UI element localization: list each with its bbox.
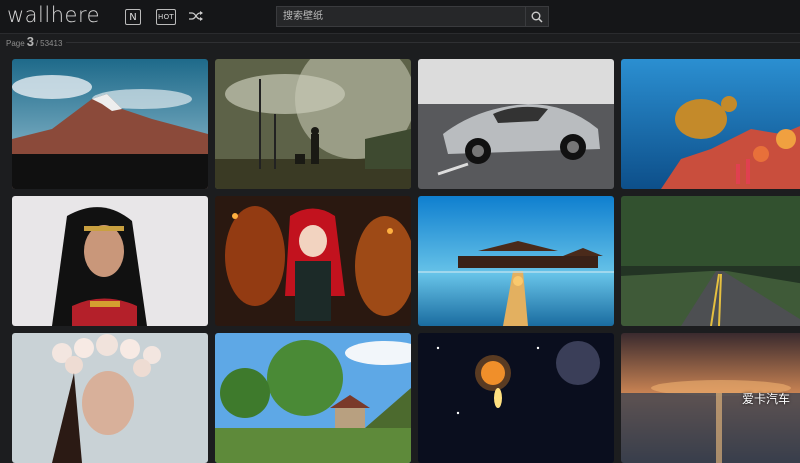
wallpaper-thumbnail[interactable] [215, 333, 411, 463]
wallpaper-thumbnail[interactable] [418, 333, 614, 463]
shuffle-icon[interactable] [187, 9, 205, 23]
current-page: 3 [26, 34, 34, 49]
search-box [276, 6, 549, 27]
wallpaper-thumbnail[interactable] [621, 196, 800, 326]
wallpaper-thumbnail[interactable] [12, 59, 208, 189]
wallpaper-thumbnail[interactable] [215, 196, 411, 326]
new-wallpapers-icon[interactable]: N [125, 9, 141, 25]
page-divider [66, 42, 800, 43]
site-logo[interactable]: wallhere [7, 3, 100, 27]
hot-icon-label: HOT [158, 13, 174, 21]
wallpaper-thumbnail[interactable] [418, 196, 614, 326]
wallpaper-thumbnail[interactable] [12, 196, 208, 326]
search-button[interactable] [525, 7, 548, 26]
page-indicator: Page 3 / 53413 [6, 34, 62, 49]
watermark: 爱卡汽车 [741, 392, 790, 406]
wallpaper-thumbnail[interactable] [418, 59, 614, 189]
hot-wallpapers-icon[interactable]: HOT [156, 9, 176, 25]
new-icon-label: N [129, 11, 137, 23]
page-prefix: Page [6, 39, 25, 48]
wallpaper-thumbnail[interactable] [621, 59, 800, 189]
search-input[interactable] [277, 7, 525, 26]
page-separator: / [35, 39, 39, 48]
search-icon [531, 11, 543, 23]
top-bar: wallhere N HOT [0, 0, 800, 34]
wallpaper-thumbnail[interactable] [215, 59, 411, 189]
wallpaper-thumbnail[interactable] [12, 333, 208, 463]
total-pages: 53413 [40, 39, 63, 48]
